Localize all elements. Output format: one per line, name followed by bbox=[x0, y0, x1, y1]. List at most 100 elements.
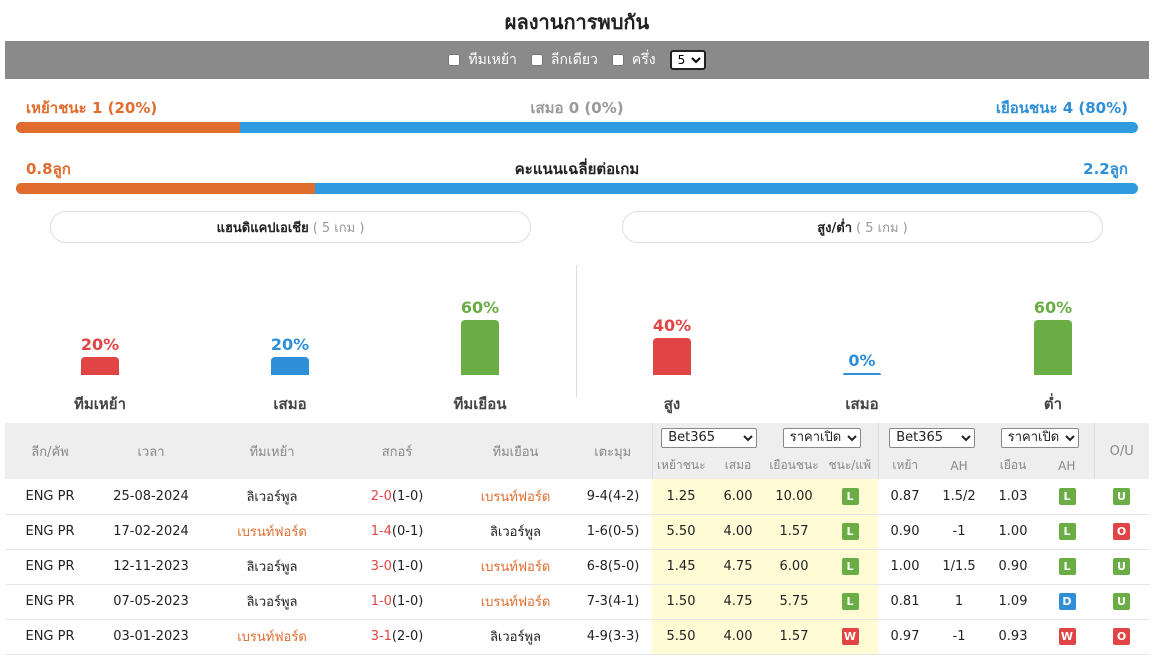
cell-away-team[interactable]: เบรนท์ฟอร์ด bbox=[457, 584, 574, 620]
cell-odds-away: 10.00 bbox=[766, 479, 822, 515]
handicap-home-label: ทีมเหย้า bbox=[73, 395, 126, 413]
win-loss-badge: L bbox=[841, 487, 859, 505]
subheader-ah-result: AH bbox=[1040, 452, 1094, 479]
cell-home-team[interactable]: ลิเวอร์พูล bbox=[207, 549, 337, 585]
cell-odds-draw: 4.75 bbox=[710, 549, 766, 585]
bookmaker-select-1[interactable]: Bet365 bbox=[661, 427, 758, 448]
score-ft: 3-1 bbox=[370, 629, 392, 644]
cell-league[interactable]: ENG PR bbox=[5, 619, 95, 655]
draw-text: เสมอ 0 (0%) bbox=[530, 99, 624, 117]
cell-odds-home: 5.50 bbox=[652, 619, 710, 655]
avg-goals-label: คะแนนเฉลี่ยต่อเกม bbox=[514, 160, 640, 178]
match-count-select[interactable]: 5 bbox=[669, 50, 706, 70]
home-team-checkbox[interactable] bbox=[448, 54, 461, 66]
cell-home-team[interactable]: เบรนท์ฟอร์ด bbox=[207, 619, 337, 655]
ah-result-badge: L bbox=[1058, 523, 1076, 540]
over-pct: 40% bbox=[652, 316, 692, 335]
win-loss-badge: W bbox=[841, 628, 859, 645]
cell-ah-home: 1.00 bbox=[878, 549, 932, 585]
filter-half[interactable]: ครึ่ง bbox=[611, 49, 656, 71]
cell-odds-away: 1.57 bbox=[766, 619, 822, 655]
cell-ah-away: 1.03 bbox=[986, 479, 1040, 515]
header-corner: เตะมุม bbox=[574, 423, 652, 479]
handicap-away-label: ทีมเยือน bbox=[453, 395, 507, 413]
score-ft: 1-0 bbox=[370, 594, 392, 609]
cell-win-loss: W bbox=[822, 619, 878, 655]
bookmaker-select-2[interactable]: Bet365 bbox=[889, 427, 976, 448]
over-label: สูง bbox=[663, 395, 681, 413]
table-row: ENG PR 07-05-2023 ลิเวอร์พูล 1-0(1-0) เบรนท์… bbox=[5, 584, 1149, 620]
win-loss-badge: L bbox=[841, 558, 859, 575]
overunder-games: ( 5 เกม ) bbox=[856, 220, 908, 236]
cell-ou: O bbox=[1094, 619, 1149, 655]
cell-odds-home: 5.50 bbox=[652, 514, 710, 550]
header-oddtype-2: ราคาเปิด bbox=[986, 423, 1094, 452]
cell-date: 17-02-2024 bbox=[95, 514, 207, 550]
score-ht: (1-0) bbox=[391, 559, 424, 574]
cell-odds-away: 6.00 bbox=[766, 549, 822, 585]
cell-date: 12-11-2023 bbox=[95, 549, 207, 585]
handicap-pill: แฮนดิแคปเอเชีย ( 5 เกม ) bbox=[50, 211, 531, 243]
cell-score[interactable]: 1-4(0-1) bbox=[337, 514, 457, 550]
ou-badge: O bbox=[1113, 523, 1130, 540]
subheader-draw: เสมอ bbox=[710, 452, 766, 479]
score-ht: (2-0) bbox=[391, 629, 424, 644]
oddtype-select-2[interactable]: ราคาเปิด bbox=[1000, 427, 1079, 448]
ou-draw-pct: 0% bbox=[848, 351, 876, 370]
cell-ah-result: L bbox=[1040, 549, 1094, 585]
ah-result-badge: L bbox=[1058, 558, 1076, 575]
filter-same-league[interactable]: ลีกเดียว bbox=[530, 49, 598, 71]
cell-ah-result: W bbox=[1040, 619, 1094, 655]
cell-league[interactable]: ENG PR bbox=[5, 584, 95, 620]
filter-home-team[interactable]: ทีมเหย้า bbox=[448, 49, 517, 71]
overunder-pill: สูง/ต่ำ ( 5 เกม ) bbox=[622, 211, 1103, 243]
cell-ah-home: 0.90 bbox=[878, 514, 932, 550]
cell-ah: 1.5/2 bbox=[932, 479, 986, 515]
header-bookmaker-2: Bet365 bbox=[877, 423, 986, 452]
subheader-win-loss: ชนะ/แพ้ bbox=[822, 452, 878, 479]
cell-score[interactable]: 3-0(1-0) bbox=[337, 549, 457, 585]
table-body: ENG PR 25-08-2024 ลิเวอร์พูล 2-0(1-0) เบรนท์… bbox=[5, 479, 1149, 655]
cell-away-team[interactable]: เบรนท์ฟอร์ด bbox=[457, 549, 574, 585]
cell-league[interactable]: ENG PR bbox=[5, 479, 95, 515]
handicap-draw-pct: 20% bbox=[270, 335, 310, 354]
handicap-draw-block bbox=[271, 357, 309, 375]
cell-ah-home: 0.87 bbox=[878, 479, 932, 515]
score-ht: (0-1) bbox=[391, 524, 424, 539]
half-checkbox[interactable] bbox=[611, 54, 624, 66]
cell-league[interactable]: ENG PR bbox=[5, 549, 95, 585]
subheader-home-win: เหย้าชนะ bbox=[651, 452, 710, 479]
cell-league[interactable]: ENG PR bbox=[5, 514, 95, 550]
cell-corner: 9-4(4-2) bbox=[574, 479, 652, 515]
same-league-checkbox[interactable] bbox=[530, 54, 543, 66]
header-oddtype-1: ราคาเปิด bbox=[766, 423, 878, 452]
subheader-ah-home: เหย้า bbox=[877, 452, 932, 479]
cell-odds-draw: 4.75 bbox=[710, 584, 766, 620]
cell-score[interactable]: 1-0(1-0) bbox=[337, 584, 457, 620]
cell-odds-away: 1.57 bbox=[766, 514, 822, 550]
ou-badge: O bbox=[1113, 628, 1130, 645]
cell-away-team[interactable]: ลิเวอร์พูล bbox=[457, 514, 574, 550]
score-ft: 3-0 bbox=[370, 559, 392, 574]
results-bar bbox=[16, 122, 1138, 133]
cell-odds-home: 1.25 bbox=[652, 479, 710, 515]
cell-away-team[interactable]: เบรนท์ฟอร์ด bbox=[457, 479, 574, 515]
ah-result-badge: D bbox=[1058, 593, 1076, 610]
cell-home-team[interactable]: เบรนท์ฟอร์ด bbox=[207, 514, 337, 550]
cell-ah: 1/1.5 bbox=[932, 549, 986, 585]
subheader-away-win: เยือนชนะ bbox=[766, 452, 822, 479]
oddtype-select-1[interactable]: ราคาเปิด bbox=[782, 427, 861, 448]
home-win-fill bbox=[16, 122, 241, 133]
score-ht: (1-0) bbox=[391, 594, 424, 609]
ou-draw-block bbox=[843, 373, 881, 375]
cell-score[interactable]: 2-0(1-0) bbox=[337, 479, 457, 515]
cell-away-team[interactable]: ลิเวอร์พูล bbox=[457, 619, 574, 655]
cell-ah-away: 0.93 bbox=[986, 619, 1040, 655]
cell-score[interactable]: 3-1(2-0) bbox=[337, 619, 457, 655]
cell-home-team[interactable]: ลิเวอร์พูล bbox=[207, 479, 337, 515]
cell-ou: U bbox=[1094, 479, 1149, 515]
over-block bbox=[653, 338, 691, 375]
cell-ah-result: L bbox=[1040, 514, 1094, 550]
under-block bbox=[1034, 320, 1072, 375]
cell-home-team[interactable]: ลิเวอร์พูล bbox=[207, 584, 337, 620]
